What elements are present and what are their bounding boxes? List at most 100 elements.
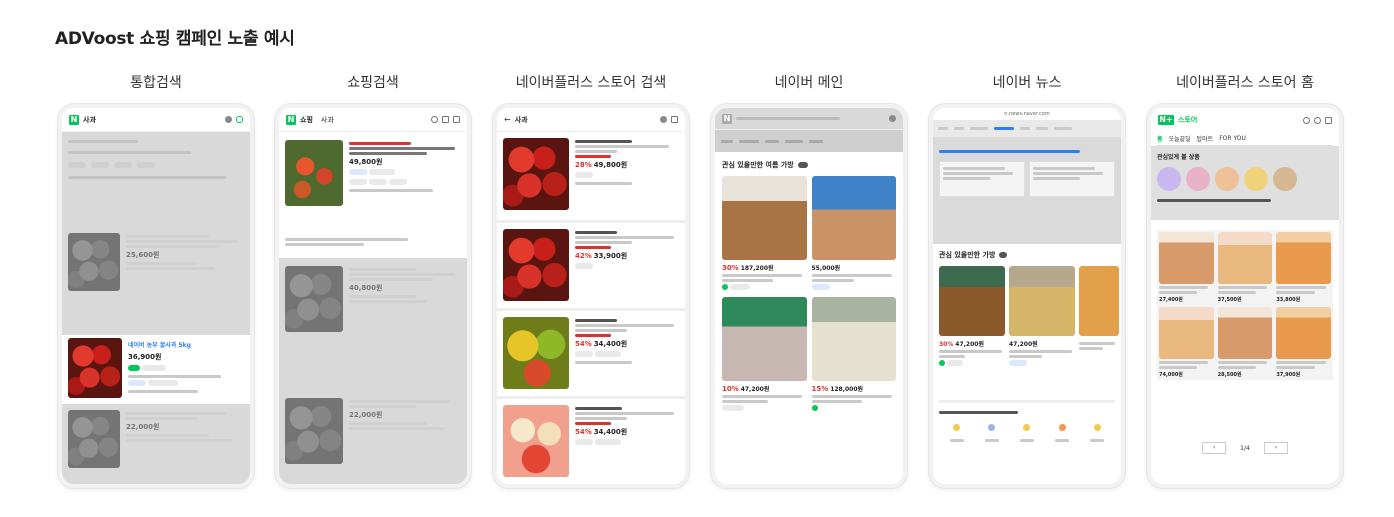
cart-icon[interactable]: [671, 116, 678, 123]
phone-mockup-naver-main: N 관심 있을만한 여름 가방 30% 187,200원 55,000원 10%…: [711, 104, 907, 488]
item-price: 36,900원: [128, 353, 162, 361]
item-price: 25,600원: [126, 251, 160, 259]
item-price: 74,000원: [1159, 372, 1183, 378]
list-item[interactable]: 25,600원: [68, 233, 244, 291]
search-icon[interactable]: [889, 115, 896, 122]
phone-mockup-integrated-search: N 사과 25,600원 네이버 농부 꿀사과 5kg 36,900원 22,0…: [58, 104, 254, 488]
list-item[interactable]: 28% 49,800원: [497, 132, 685, 220]
item-price: 33,800원: [1276, 297, 1301, 303]
product-card[interactable]: 37,500원: [1217, 232, 1273, 303]
list-item[interactable]: 54% 34,400원: [497, 396, 685, 484]
reaction-icon[interactable]: [1058, 424, 1066, 431]
search-icon[interactable]: [1303, 116, 1310, 124]
item-discount: 30%: [722, 264, 739, 272]
list-item[interactable]: 54% 34,400원: [497, 308, 685, 396]
item-discount: 28%: [575, 161, 592, 169]
product-card[interactable]: 27,400원: [1159, 232, 1214, 303]
tab-deal[interactable]: 오늘끝딜: [1169, 134, 1191, 143]
reaction-icon[interactable]: [1093, 424, 1101, 431]
column-integrated-search: 통합검색 N 사과 25,600원 네이버 농부 꿀사과 5kg 36,900원…: [58, 72, 254, 488]
item-title: 네이버 농부 꿀사과 5kg: [128, 342, 191, 349]
tab-for-you[interactable]: FOR YOU: [1219, 135, 1246, 142]
store-tabs[interactable]: 홈 오늘끝딜 탑마트 FOR YOU: [1157, 132, 1333, 146]
phone-mockup-naver-news: n.news.naver.com 관심 있을만한 가방 30% 47,200원: [929, 104, 1125, 488]
ad-highlight-item[interactable]: 네이버 농부 꿀사과 5kg 36,900원: [68, 338, 244, 398]
column-naver-main: 네이버 메인 N 관심 있을만한 여름 가방 30% 187,200원 55,0…: [711, 72, 907, 488]
store-header: N+ 스토어: [1151, 108, 1339, 132]
column-shopping-search: 쇼핑검색 N 쇼핑 사과 49,800원 40,800원 22,000원: [275, 72, 471, 488]
section-title: 관심 있을만한 여름 가방: [722, 161, 794, 169]
item-price: 22,000원: [349, 411, 383, 419]
product-card[interactable]: 47,200원: [1009, 266, 1075, 368]
store-logo-text: 스토어: [1178, 116, 1198, 124]
item-price: 34,400원: [593, 428, 628, 436]
item-price: 187,200원: [740, 265, 774, 272]
search-bar[interactable]: ← 사과: [497, 108, 685, 132]
item-price: 47,200원: [955, 341, 984, 348]
reaction-row[interactable]: [939, 424, 1115, 431]
naverplus-logo: N+: [1158, 115, 1174, 125]
phone-mockup-store-home: N+ 스토어 홈 오늘끝딜 탑마트 FOR YOU 관심있게 볼 상품 27,4…: [1147, 104, 1343, 488]
item-price: 34,400원: [593, 340, 628, 348]
cart-icon[interactable]: [1325, 116, 1332, 124]
next-page-button[interactable]: ›: [1263, 442, 1288, 454]
phone-mockup-store-search: ← 사과 28% 49,800원 42% 33,900원 54% 34,400원…: [493, 104, 689, 488]
item-discount: 54%: [575, 340, 592, 348]
list-item[interactable]: 42% 33,900원: [497, 220, 685, 308]
item-discount: 54%: [575, 428, 592, 436]
item-price: 40,800원: [349, 284, 383, 292]
column-label: 네이버플러스 스토어 홈: [1176, 75, 1314, 91]
column-label: 네이버 뉴스: [992, 75, 1062, 91]
item-price: 47,200원: [740, 386, 770, 393]
tab-home[interactable]: 홈: [1157, 134, 1163, 143]
product-card[interactable]: 74,000원: [1159, 307, 1214, 378]
clear-icon[interactable]: [225, 116, 232, 123]
item-price: 37,900원: [1276, 372, 1301, 378]
notification-icon[interactable]: [1314, 116, 1321, 124]
back-arrow-icon[interactable]: ←: [504, 115, 511, 124]
tab-mart[interactable]: 탑마트: [1197, 134, 1214, 143]
product-card[interactable]: 37,900원: [1276, 307, 1331, 378]
reaction-icon[interactable]: [953, 424, 961, 431]
reaction-icon[interactable]: [988, 424, 996, 431]
naver-logo: N: [286, 114, 296, 125]
clear-icon[interactable]: [431, 116, 438, 123]
section-title: 관심있게 볼 상품: [1157, 154, 1200, 161]
item-price: 49,800원: [593, 161, 628, 169]
item-discount: 15%: [811, 385, 829, 393]
item-price: 33,900원: [593, 252, 628, 260]
item-discount: 10%: [722, 385, 739, 393]
product-card[interactable]: 30% 187,200원: [722, 176, 807, 292]
naver-logo: N: [722, 113, 732, 124]
list-item[interactable]: 40,800원: [285, 266, 461, 332]
mic-icon[interactable]: [236, 116, 243, 123]
item-price: 22,000원: [126, 423, 160, 431]
product-card[interactable]: 55,000원: [811, 176, 896, 292]
product-card[interactable]: 33,800원: [1276, 232, 1331, 303]
item-price: 47,200원: [1009, 341, 1038, 348]
ad-highlight-item[interactable]: 49,800원: [285, 140, 461, 206]
cart-icon[interactable]: [442, 116, 449, 123]
reaction-icon[interactable]: [1023, 424, 1031, 431]
service-name: 쇼핑: [300, 115, 313, 124]
product-card[interactable]: 15% 128,000원: [811, 297, 896, 413]
clear-icon[interactable]: [660, 116, 667, 123]
item-price: 37,500원: [1217, 297, 1242, 303]
search-bar[interactable]: N: [715, 108, 903, 130]
prev-page-button[interactable]: ‹: [1202, 442, 1227, 454]
news-tabs[interactable]: [933, 120, 1121, 138]
product-card[interactable]: [1079, 266, 1119, 368]
search-bar[interactable]: N 쇼핑 사과: [279, 108, 467, 132]
item-price: 28,500원: [1217, 372, 1242, 378]
list-item[interactable]: 22,000원: [68, 410, 244, 468]
column-label: 네이버 메인: [774, 75, 844, 91]
product-card[interactable]: 30% 47,200원: [939, 266, 1005, 368]
item-discount: 42%: [575, 252, 592, 260]
product-card[interactable]: 28,500원: [1217, 307, 1273, 378]
product-card[interactable]: 10% 47,200원: [722, 297, 807, 413]
menu-icon[interactable]: [453, 116, 460, 123]
list-item[interactable]: 22,000원: [285, 398, 461, 464]
nav-tabs[interactable]: [715, 130, 903, 152]
item-price: 128,000원: [830, 386, 864, 393]
search-bar[interactable]: N 사과: [62, 108, 250, 132]
